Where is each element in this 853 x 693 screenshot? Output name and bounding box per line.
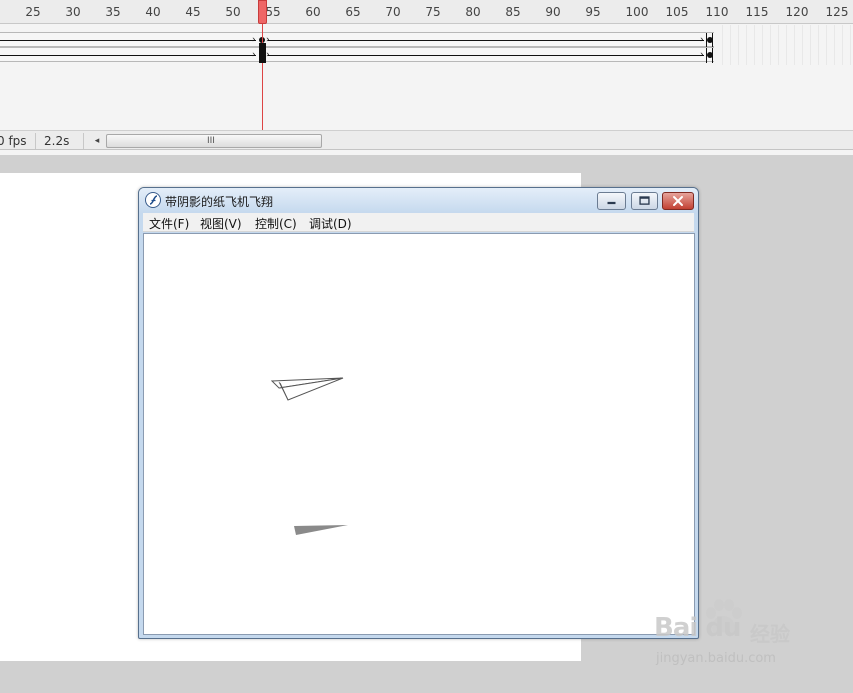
ruler-label: 115 [745,5,769,19]
ruler-label: 75 [425,5,441,19]
timeline-panel: 25 30 35 40 45 50 55 60 65 70 75 80 85 9… [0,0,853,155]
ruler-label: 50 [225,5,241,19]
ruler-label: 100 [625,5,649,19]
ruler-label: 120 [785,5,809,19]
ruler-label: 45 [185,5,201,19]
minimize-icon [607,201,616,205]
tween-arrow-icon: › [252,35,256,45]
keyframe-dot [707,52,713,58]
watermark-logo-cn: 经验 [750,622,790,646]
current-keyframe[interactable] [259,43,266,63]
elapsed-time-readout: 2.2s [38,133,84,149]
ruler-label: 70 [385,5,401,19]
layer-frames-row[interactable]: › › › [0,47,714,63]
timeline-status-bar: 0 fps 2.2s ◂ III [0,130,853,150]
menu-debug[interactable]: 调试(D) [309,215,352,232]
window-titlebar[interactable]: 带阴影的纸飞机飞翔 [139,188,698,213]
watermark-logo-text: Bai du [654,613,741,643]
tween-arrow-icon: › [252,50,256,60]
ruler-label: 80 [465,5,481,19]
close-button[interactable] [662,192,694,210]
ruler-label: 90 [545,5,561,19]
ruler-label: 85 [505,5,521,19]
window-menubar: 文件(F) 视图(V) 控制(C) 调试(D) [143,213,694,232]
ruler-label: 30 [65,5,81,19]
ruler-label: 60 [305,5,321,19]
watermark-url: jingyan.baidu.com [656,651,776,666]
keyframe-dot [707,37,713,43]
ruler-label: 35 [105,5,121,19]
horizontal-scrollbar-thumb[interactable]: III [106,134,322,148]
motion-tween-line [268,40,704,41]
frame-ruler[interactable]: 25 30 35 40 45 50 55 60 65 70 75 80 85 9… [0,0,853,24]
ruler-label: 55 [265,5,281,19]
tween-arrow-icon: › [700,50,704,60]
window-title: 带阴影的纸飞机飞翔 [165,195,274,209]
plane-shadow-graphic [294,525,348,535]
menu-file[interactable]: 文件(F) [149,215,189,232]
fps-readout: 0 fps [0,133,36,149]
ruler-label: 110 [705,5,729,19]
paper-plane-graphic [271,377,344,401]
swf-preview-area[interactable] [143,233,695,635]
end-keyframe[interactable] [706,48,713,63]
ruler-label: 105 [665,5,689,19]
ruler-label: 125 [825,5,849,19]
flash-player-icon [145,192,161,208]
empty-frames-grid[interactable] [715,25,853,65]
playhead-line [262,24,263,130]
motion-tween-line [268,55,704,56]
layer-frames-row[interactable]: › › › [0,32,714,48]
ruler-label: 40 [145,5,161,19]
maximize-button[interactable] [631,192,658,210]
ruler-label: 65 [345,5,361,19]
flash-player-window: 带阴影的纸飞机飞翔 文件(F) 视图(V) 控制(C) 调试(D) [138,187,699,639]
motion-tween-line [0,40,256,41]
scroll-grip-icon: III [207,136,215,146]
tween-arrow-icon: › [700,35,704,45]
ruler-label: 95 [585,5,601,19]
maximize-icon [639,196,650,205]
menu-view[interactable]: 视图(V) [200,215,242,232]
minimize-button[interactable] [597,192,626,210]
close-icon [673,196,683,206]
menu-control[interactable]: 控制(C) [255,215,297,232]
end-keyframe[interactable] [706,33,713,48]
playhead-handle[interactable] [258,0,267,24]
motion-tween-line [0,55,256,56]
baidu-jingyan-watermark: Bai du 经验 jingyan.baidu.com [654,599,814,679]
ruler-label: 25 [25,5,41,19]
scroll-left-arrow-icon[interactable]: ◂ [90,134,104,148]
